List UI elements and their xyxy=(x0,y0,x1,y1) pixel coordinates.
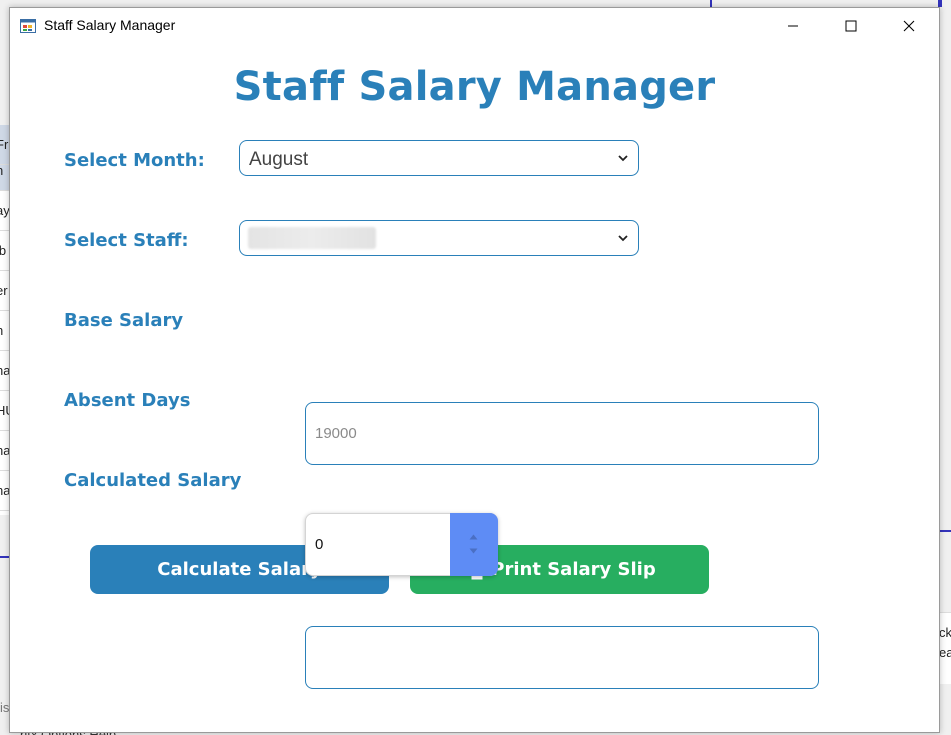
close-icon xyxy=(903,20,915,32)
chevron-down-icon xyxy=(618,235,628,242)
absent-days-stepper[interactable]: 0 xyxy=(305,513,498,576)
app-window: Staff Salary Manager Staff Salary Manage… xyxy=(9,7,940,733)
staff-select-value-redacted xyxy=(248,227,376,249)
month-label: Select Month: xyxy=(64,150,205,171)
page-title: Staff Salary Manager xyxy=(233,64,716,110)
absent-days-label: Absent Days xyxy=(64,390,191,411)
staff-select[interactable] xyxy=(239,220,639,256)
stepper-spin-buttons[interactable] xyxy=(450,513,498,576)
base-salary-label: Base Salary xyxy=(64,310,184,331)
absent-days-value: 0 xyxy=(315,536,324,553)
month-select[interactable]: August xyxy=(239,140,639,176)
app-form-icon xyxy=(20,18,36,34)
chevron-up-icon xyxy=(469,534,478,540)
maximize-button[interactable] xyxy=(822,8,880,44)
print-salary-slip-label: Print Salary Slip xyxy=(491,559,656,580)
window-title: Staff Salary Manager xyxy=(44,17,176,33)
background-panel: ck ea xyxy=(940,612,951,684)
calculated-salary-input[interactable] xyxy=(305,626,819,689)
calculate-salary-label: Calculate Salary xyxy=(157,559,322,580)
month-select-value: August xyxy=(249,149,309,170)
background-divider xyxy=(940,530,951,532)
minimize-icon xyxy=(788,25,798,27)
background-edge xyxy=(940,0,951,7)
title-bar[interactable]: Staff Salary Manager xyxy=(10,8,939,44)
base-salary-placeholder: 19000 xyxy=(315,425,357,442)
background-text: ea xyxy=(940,645,951,660)
background-window-edge xyxy=(710,0,940,7)
base-salary-input[interactable]: 19000 xyxy=(305,402,819,465)
close-button[interactable] xyxy=(880,8,938,44)
calculated-salary-label: Calculated Salary xyxy=(64,470,242,491)
minimize-button[interactable] xyxy=(764,8,822,44)
background-text: ck xyxy=(940,625,951,640)
chevron-down-icon xyxy=(618,155,628,162)
maximize-icon xyxy=(845,20,857,32)
staff-label: Select Staff: xyxy=(64,230,189,251)
background-right-panel: ck ea xyxy=(940,0,951,735)
chevron-down-icon xyxy=(469,548,478,554)
